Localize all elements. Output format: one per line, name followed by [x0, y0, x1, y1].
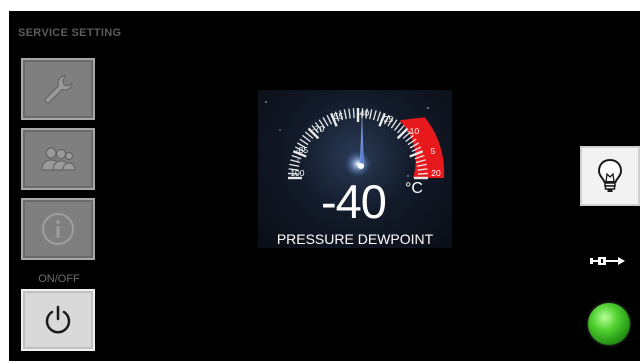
power-button[interactable] — [21, 289, 95, 351]
tick-label: -85 — [296, 145, 309, 155]
lamp-test-button[interactable] — [580, 146, 640, 206]
minor-tick — [291, 154, 302, 160]
tick-label: 5 — [431, 146, 436, 156]
tick-label: -25 — [381, 114, 394, 124]
minor-tick — [417, 172, 428, 175]
tick-label: -55 — [331, 111, 344, 121]
minor-tick — [289, 163, 300, 167]
users-icon — [41, 147, 76, 171]
minor-tick — [372, 110, 377, 121]
dewpoint-gauge-panel: -100 -85 -70 -55 -40 -25 -10 5 20 -40 °C… — [258, 90, 452, 248]
dewpoint-value: -40 — [321, 175, 387, 228]
minor-tick — [369, 109, 373, 120]
wrench-icon — [44, 75, 73, 104]
service-button[interactable] — [21, 58, 95, 120]
minor-tick — [299, 138, 309, 146]
flow-arrow-icon — [590, 257, 625, 265]
status-led — [588, 303, 630, 345]
minor-tick — [348, 108, 351, 119]
dewpoint-unit: °C — [405, 180, 423, 197]
dewpoint-label: PRESSURE DEWPOINT — [276, 231, 434, 247]
tick-label: -70 — [312, 124, 325, 134]
tick-label: -100 — [287, 168, 304, 178]
users-button[interactable] — [21, 128, 95, 190]
minor-tick — [302, 134, 311, 142]
onoff-label: ON/OFF — [38, 273, 80, 285]
light-bulb-icon — [597, 158, 623, 192]
tick-label: 20 — [431, 168, 441, 178]
minor-tick — [352, 108, 355, 119]
controller-screen: SERVICE SETTING ON/OFF -100 -85 -70 -55 … — [9, 11, 640, 361]
info-button[interactable] — [21, 198, 95, 260]
gauge-needle — [359, 117, 364, 168]
page-title: SERVICE SETTING — [18, 27, 122, 39]
tick-label: -40 — [357, 108, 370, 118]
power-icon — [45, 305, 71, 334]
minor-tick — [394, 122, 402, 131]
minor-tick — [343, 109, 347, 120]
info-icon — [42, 213, 74, 245]
tick-label: -10 — [407, 126, 420, 136]
